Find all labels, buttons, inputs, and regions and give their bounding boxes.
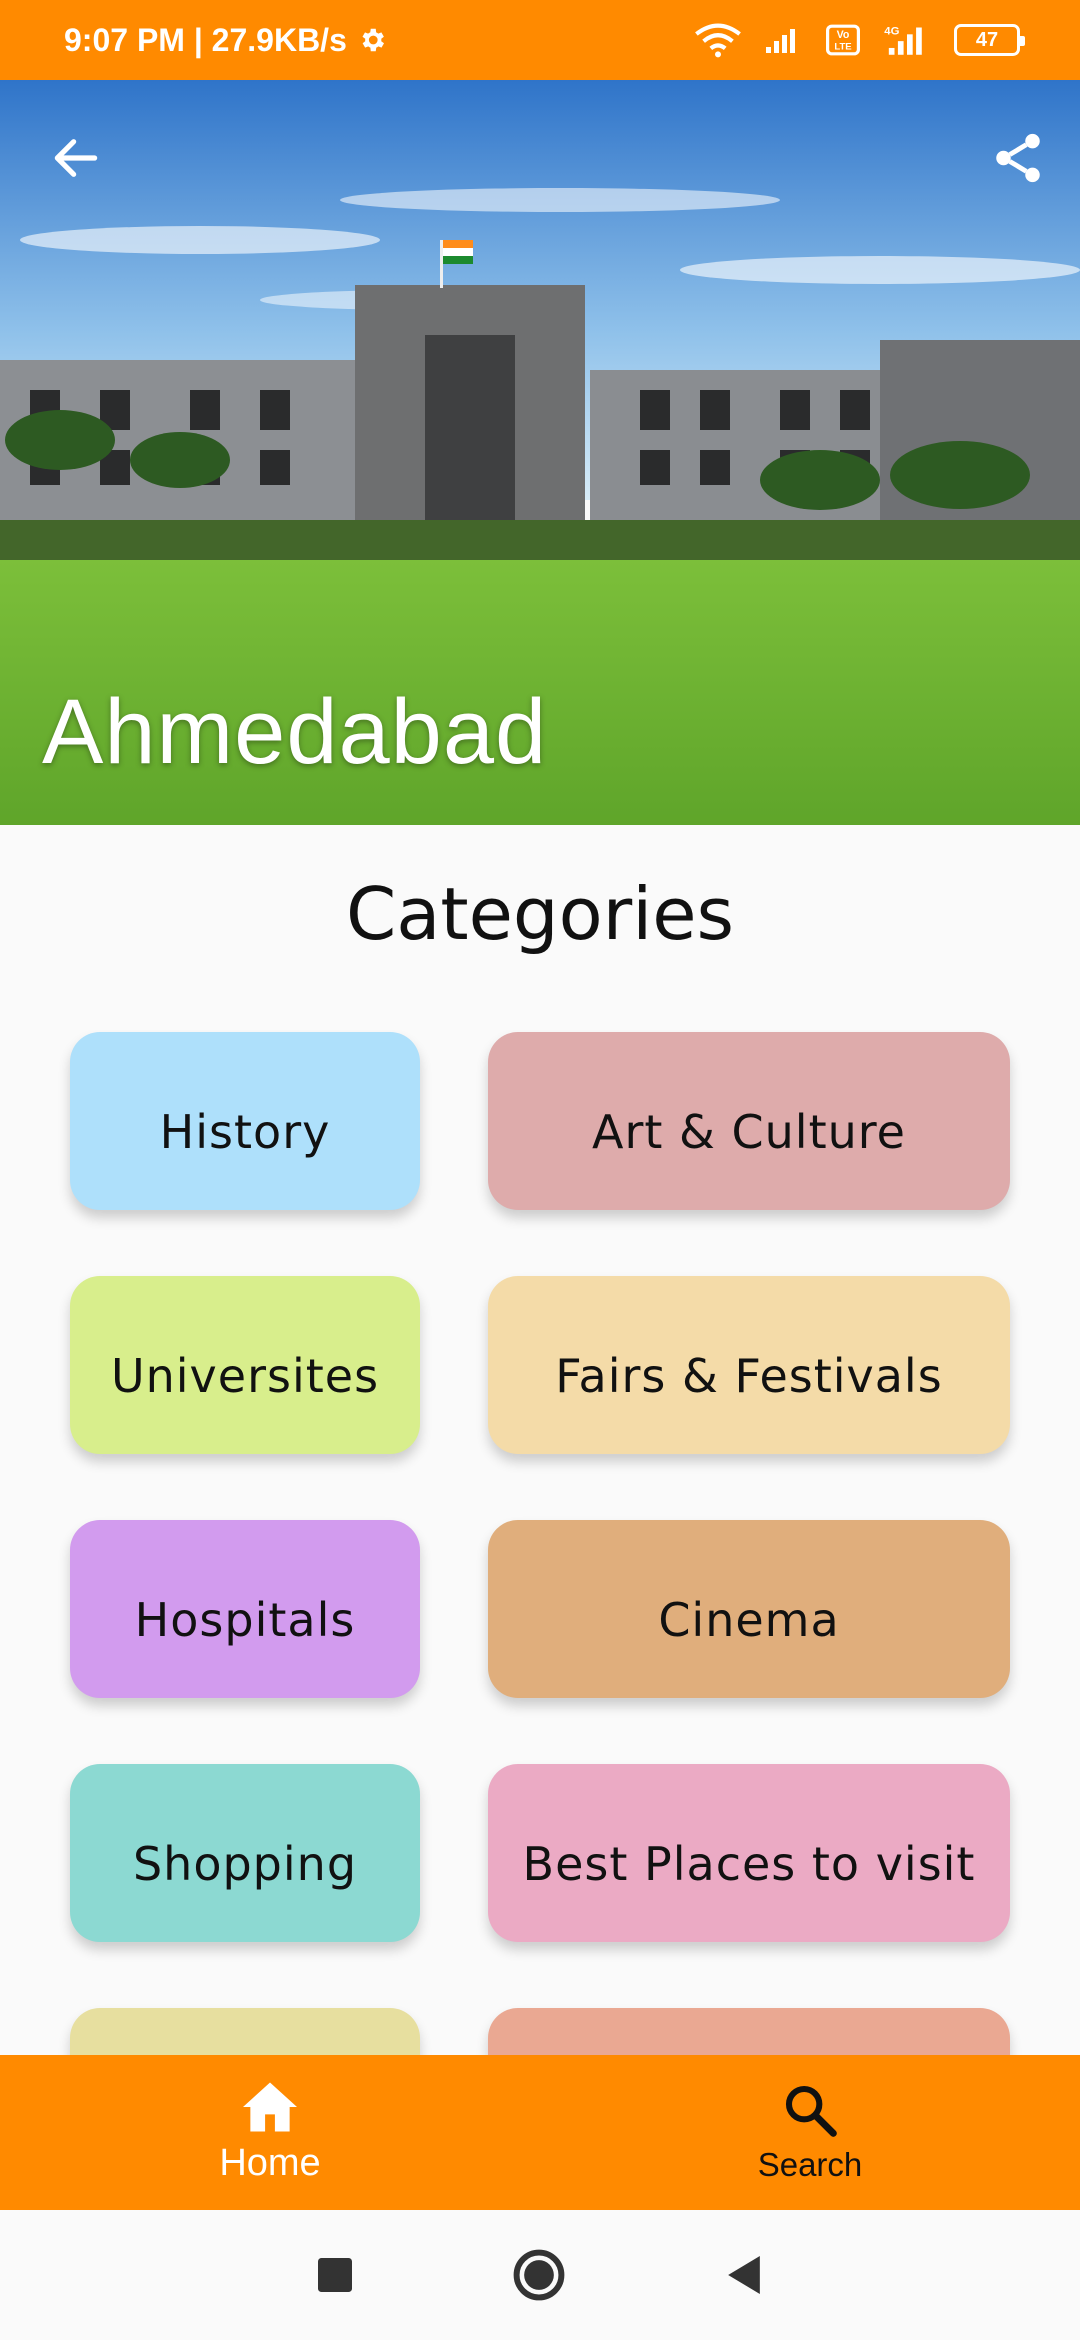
share-button[interactable] (978, 118, 1058, 198)
wifi-icon (695, 23, 741, 58)
home-circle-icon[interactable] (512, 2248, 566, 2302)
back-button[interactable] (36, 118, 116, 198)
category-card-partial-right[interactable] (488, 2008, 1010, 2055)
svg-text:LTE: LTE (834, 42, 851, 53)
bottom-navigation: Home Search (0, 2055, 1080, 2210)
category-label: History (159, 1105, 331, 1159)
volte-icon: Vo LTE (826, 24, 860, 56)
category-label: Art & Culture (592, 1105, 906, 1159)
nav-home-label: Home (219, 2142, 321, 2184)
system-navigation-bar (0, 2210, 1080, 2340)
signal-icon (766, 29, 795, 53)
category-label: Cinema (658, 1593, 840, 1647)
category-label: Fairs & Festivals (555, 1349, 943, 1403)
battery-icon: 47 (954, 24, 1025, 56)
category-card-history[interactable]: History (70, 1032, 420, 1210)
category-card-cinema[interactable]: Cinema (488, 1520, 1010, 1698)
svg-text:Vo: Vo (837, 29, 850, 41)
recents-square-icon[interactable] (318, 2258, 352, 2292)
category-card-shopping[interactable]: Shopping (70, 1764, 420, 1942)
category-label: Best Places to visit (522, 1837, 976, 1891)
category-card-best-places[interactable]: Best Places to visit (488, 1764, 1010, 1942)
category-card-partial-left[interactable] (70, 2008, 420, 2055)
home-icon (243, 2082, 297, 2132)
svg-text:4G: 4G (884, 25, 899, 37)
status-time-speed: 9:07 PM | 27.9KB/s (64, 21, 347, 58)
hero-image: Ahmedabad (0, 80, 1080, 825)
category-card-universities[interactable]: Universites (70, 1276, 420, 1454)
categories-heading: Categories (345, 872, 735, 956)
back-triangle-icon[interactable] (726, 2256, 762, 2294)
category-card-art-culture[interactable]: Art & Culture (488, 1032, 1010, 1210)
arrow-left-icon (54, 139, 98, 177)
category-label: Universites (110, 1349, 380, 1403)
category-label: Shopping (132, 1837, 358, 1891)
category-card-hospitals[interactable]: Hospitals (70, 1520, 420, 1698)
app-screen: 9:07 PM | 27.9KB/s Vo LTE 4G 47 Ahmedaba… (0, 0, 1080, 2340)
nav-home[interactable]: Home (0, 2055, 540, 2210)
battery-level: 47 (975, 28, 999, 51)
nav-search-label: Search (757, 2145, 863, 2183)
search-icon (785, 2085, 837, 2137)
category-card-fairs-festivals[interactable]: Fairs & Festivals (488, 1276, 1010, 1454)
city-title: Ahmedabad (42, 681, 548, 783)
nav-search[interactable]: Search (540, 2055, 1080, 2210)
settings-gear-icon (362, 28, 384, 52)
status-bar: 9:07 PM | 27.9KB/s Vo LTE 4G 47 (0, 0, 1080, 80)
categories-grid: History Art & Culture Universites Fairs … (0, 1030, 1080, 2055)
category-label: Hospitals (134, 1593, 356, 1647)
share-icon (996, 133, 1040, 183)
4g-signal-icon: 4G (884, 25, 922, 55)
